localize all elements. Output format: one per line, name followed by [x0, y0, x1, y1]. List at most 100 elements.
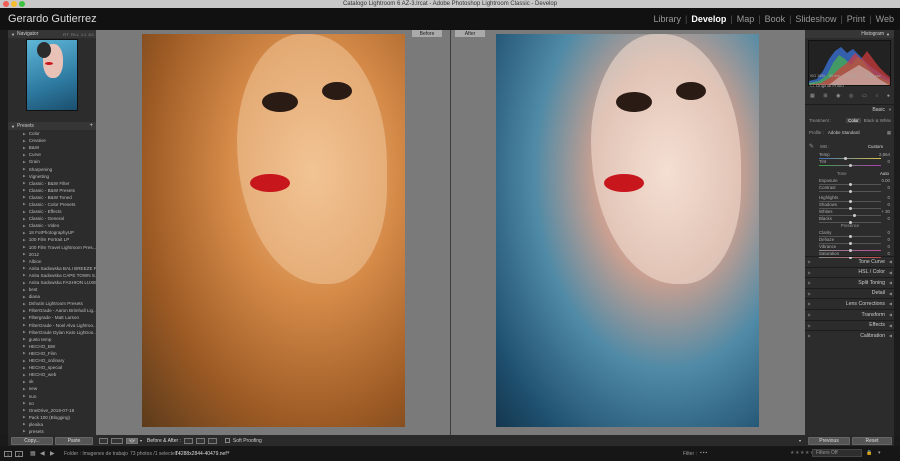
contrast-value[interactable]: 0 [888, 185, 890, 190]
hsl-color-header[interactable]: ▶ HSL / Color ◀ [805, 266, 894, 277]
histogram[interactable] [808, 40, 891, 86]
panel-switch-icon[interactable]: ▶ [808, 280, 811, 285]
preset-folder[interactable]: ▶ no [8, 400, 96, 407]
preset-folder[interactable]: ▶ Pack 100 (Blogging) [8, 414, 96, 421]
preset-folder[interactable]: ▶ Classic - B&W Filter [8, 180, 96, 187]
preset-folder[interactable]: ▶ best [8, 286, 96, 293]
calibration-header[interactable]: ▶ Calibration ◀ [805, 330, 894, 340]
highlights-value[interactable]: 0 [888, 195, 890, 200]
preset-folder[interactable]: ▶ Anita Sadowska CAPE TOWN S... [8, 272, 96, 279]
treatment-bw-button[interactable]: Black & White [864, 118, 891, 123]
chevron-down-icon[interactable]: ▾ [227, 450, 230, 456]
preset-folder[interactable]: ▶ Filtergrade - Matt Larson [8, 314, 96, 321]
spot-removal-icon[interactable]: ◉ [836, 93, 840, 101]
eyedropper-icon[interactable]: ✎ [809, 143, 814, 150]
previous-button[interactable]: Previous [808, 437, 850, 445]
panel-switch-icon[interactable]: ▶ [808, 259, 811, 264]
preset-folder[interactable]: ▶ FilterGrade - Aaron Brimhall Lig... [8, 307, 96, 314]
preset-folder[interactable]: ▶ HECHO_BW [8, 343, 96, 350]
whites-slider-knob[interactable] [853, 214, 857, 217]
blacks-slider-knob[interactable] [848, 221, 852, 224]
presets-header[interactable]: ▼ Presets + [8, 122, 96, 130]
navigator-preview[interactable] [26, 39, 78, 111]
close-window-icon[interactable] [3, 1, 9, 7]
preset-folder[interactable]: ▶ plexika [8, 421, 96, 428]
toolbar-menu-icon[interactable]: ▾ [799, 438, 801, 443]
zoom-fill-option[interactable]: FILL [71, 32, 79, 37]
filter-flags-icon[interactable]: ▪▪▪ [700, 450, 708, 456]
detail-header[interactable]: ▶ Detail ◀ [805, 287, 894, 298]
radial-filter-icon[interactable]: ○ [875, 93, 878, 101]
tint-slider-knob[interactable] [848, 164, 852, 167]
module-book[interactable]: Book [761, 14, 790, 24]
preset-folder[interactable]: ▶ Curve [8, 151, 96, 158]
folder-source[interactable]: Folder : Imagenes de trabajo [64, 451, 128, 457]
module-map[interactable]: Map [733, 14, 759, 24]
crop-icon[interactable]: ⊞ [823, 93, 827, 101]
auto-tone-button[interactable]: Auto [880, 171, 889, 176]
treatment-color-button[interactable]: Color [846, 118, 861, 123]
profile-select[interactable]: Adobe Standard [828, 130, 860, 135]
preset-folder[interactable]: ▶ Vignetting [8, 173, 96, 180]
forward-arrow-icon[interactable]: ▶ [50, 450, 55, 457]
red-eye-icon[interactable]: ◎ [849, 93, 853, 101]
filter-presets-select[interactable]: Filters Off [812, 449, 862, 457]
whites-value[interactable]: + 30 [881, 209, 890, 214]
panel-switch-icon[interactable]: ▶ [808, 291, 811, 296]
dehaze-slider-knob[interactable] [848, 242, 852, 245]
preset-folder[interactable]: ▶ 2012 [8, 251, 96, 258]
preset-folder[interactable]: ▶ nuo [8, 392, 96, 399]
contrast-slider-knob[interactable] [848, 190, 852, 193]
preset-folder[interactable]: ▶ new [8, 385, 96, 392]
clarity-value[interactable]: 0 [888, 230, 890, 235]
wb-select[interactable]: Custom [868, 144, 883, 149]
back-arrow-icon[interactable]: ◀ [40, 450, 45, 457]
contrast-slider[interactable] [819, 190, 881, 193]
preset-folder[interactable]: ▶ Creative [8, 137, 96, 144]
preset-folder[interactable]: ▶ HECHO_special [8, 364, 96, 371]
exposure-value[interactable]: 0.00 [881, 178, 890, 183]
panel-switch-icon[interactable]: ▶ [808, 270, 811, 275]
module-develop[interactable]: Develop [687, 14, 730, 24]
add-preset-icon[interactable]: + [89, 123, 93, 129]
preset-folder[interactable]: ▶ Dshutin Lightroom Presets [8, 300, 96, 307]
panel-switch-icon[interactable]: ▶ [808, 333, 811, 338]
preset-folder[interactable]: ▶ OneDrive_2018-07-18 [8, 407, 96, 414]
copy-after-to-before-icon[interactable] [195, 437, 205, 444]
preset-folder[interactable]: ▶ 18 FotPhotographyUP [8, 229, 96, 236]
preset-folder[interactable]: ▶ Anita Sadowska BALI BREEZE P... [8, 265, 96, 272]
reset-button[interactable]: Reset [852, 437, 892, 445]
zoom-window-icon[interactable] [19, 1, 25, 7]
minimize-window-icon[interactable] [11, 1, 17, 7]
module-print[interactable]: Print [843, 14, 870, 24]
preset-folder[interactable]: ▶ presets [8, 428, 96, 435]
zoom-8to1-option[interactable]: 8:1 [88, 32, 94, 37]
copy-button[interactable]: Copy... [11, 437, 53, 445]
adjustment-brush-icon[interactable]: ● [887, 93, 890, 101]
shadows-slider-knob[interactable] [848, 207, 852, 210]
zoom-fit-option[interactable]: FIT [63, 32, 69, 37]
left-panel-edge[interactable] [0, 30, 8, 435]
preset-folder[interactable]: ▶ HECHO_web [8, 371, 96, 378]
graduated-filter-icon[interactable]: ▭ [862, 93, 867, 101]
module-slideshow[interactable]: Slideshow [791, 14, 840, 24]
preset-folder[interactable]: ▶ Classic - B&W Presets [8, 187, 96, 194]
copy-before-to-after-icon[interactable] [183, 437, 193, 444]
filmstrip-toggle-icon[interactable]: ▾ [878, 450, 881, 456]
preset-folder[interactable]: ▶ Albion [8, 258, 96, 265]
lens-corrections-header[interactable]: ▶ Lens Corrections ◀ [805, 298, 894, 308]
navigator-header[interactable]: ▼ Navigator FIT FILL 1:1 8:1 [8, 30, 96, 38]
after-photo[interactable] [496, 34, 759, 427]
grid-view-icon[interactable]: ▦ [30, 450, 36, 457]
filter-lock-icon[interactable]: 🔒 [866, 450, 872, 456]
monitor-2-button[interactable]: 2 [15, 451, 23, 457]
preset-folder[interactable]: ▶ gusto temp [8, 336, 96, 343]
paste-button[interactable]: Paste [55, 437, 93, 445]
preset-folder[interactable]: ▶ Classic - B&W Toned [8, 194, 96, 201]
preset-folder[interactable]: ▶ Classic - Effects [8, 208, 96, 215]
split-toning-header[interactable]: ▶ Split Toning ◀ [805, 277, 894, 287]
preset-folder[interactable]: ▶ Anita Sadowska FASHION LUXE... [8, 279, 96, 286]
chevron-down-icon[interactable]: ▾ [140, 438, 142, 443]
transform-header[interactable]: ▶ Transform ◀ [805, 309, 894, 319]
preset-folder[interactable]: ▶ Grain [8, 158, 96, 165]
